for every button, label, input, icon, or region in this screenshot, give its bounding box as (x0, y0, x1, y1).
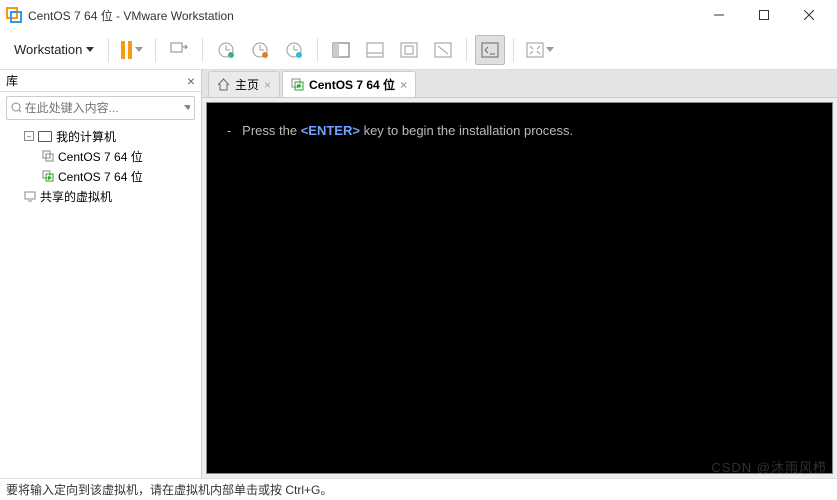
view-console-button[interactable] (394, 35, 424, 65)
chevron-down-icon (546, 47, 554, 53)
workstation-menu[interactable]: Workstation (8, 35, 100, 65)
tree-vm-item[interactable]: CentOS 7 64 位 (4, 166, 197, 186)
view-multi-button[interactable] (428, 35, 458, 65)
tree-label: 共享的虚拟机 (40, 188, 112, 205)
vm-tree: − 我的计算机 CentOS 7 64 位 CentOS 7 64 位 共享的虚… (0, 124, 201, 208)
unity-button[interactable] (475, 35, 505, 65)
fullscreen-button[interactable] (522, 35, 558, 65)
sidebar-close-button[interactable]: × (187, 73, 195, 89)
chevron-down-icon (86, 47, 94, 53)
toolbar: Workstation (0, 30, 837, 70)
tab-close-button[interactable]: × (400, 78, 407, 92)
tree-vm-item[interactable]: CentOS 7 64 位 (4, 146, 197, 166)
tab-home[interactable]: 主页 × (208, 71, 280, 97)
view-single-button[interactable] (326, 35, 356, 65)
sidebar-title: 库 (6, 72, 18, 89)
snapshot-button[interactable] (211, 35, 241, 65)
titlebar: CentOS 7 64 位 - VMware Workstation (0, 0, 837, 30)
vm-running-icon (291, 78, 304, 91)
search-icon (11, 102, 21, 114)
tab-bar: 主页 × CentOS 7 64 位 × (202, 70, 837, 98)
console-text: - Press the (227, 123, 301, 138)
main-area: 主页 × CentOS 7 64 位 × - Press the <ENTER>… (202, 70, 837, 478)
shared-icon (24, 190, 36, 202)
status-text: 要将输入定向到该虚拟机，请在虚拟机内部单击或按 Ctrl+G。 (6, 481, 332, 498)
tree-label: CentOS 7 64 位 (58, 168, 143, 185)
computer-icon (38, 131, 52, 142)
vm-running-icon (42, 170, 54, 182)
maximize-button[interactable] (741, 0, 786, 30)
chevron-down-icon (184, 105, 190, 111)
console-enter-key: <ENTER> (301, 123, 360, 138)
vm-icon (42, 150, 54, 162)
send-button[interactable] (164, 35, 194, 65)
view-thumb-button[interactable] (360, 35, 390, 65)
sidebar-header: 库 × (0, 70, 201, 92)
search-field[interactable] (25, 101, 180, 115)
pause-button[interactable] (117, 35, 147, 65)
tab-vm[interactable]: CentOS 7 64 位 × (282, 71, 416, 97)
home-icon (217, 78, 230, 91)
tab-label: CentOS 7 64 位 (309, 76, 395, 93)
console-text: key to begin the installation process. (360, 123, 573, 138)
chevron-down-icon (135, 47, 143, 53)
window-title: CentOS 7 64 位 - VMware Workstation (28, 7, 234, 24)
manage-snapshots-button[interactable] (279, 35, 309, 65)
vm-console[interactable]: - Press the <ENTER> key to begin the ins… (206, 102, 833, 474)
tab-close-button[interactable]: × (264, 78, 271, 92)
collapse-icon[interactable]: − (24, 131, 34, 141)
tree-root-my-computer[interactable]: − 我的计算机 (4, 126, 197, 146)
minimize-button[interactable] (696, 0, 741, 30)
app-icon (6, 7, 22, 23)
tab-label: 主页 (235, 76, 259, 93)
close-button[interactable] (786, 0, 831, 30)
search-input[interactable] (6, 96, 195, 120)
revert-button[interactable] (245, 35, 275, 65)
tree-label: CentOS 7 64 位 (58, 148, 143, 165)
tree-label: 我的计算机 (56, 128, 116, 145)
sidebar: 库 × − 我的计算机 CentOS 7 64 位 CentOS 7 64 位 (0, 70, 202, 478)
status-bar: 要将输入定向到该虚拟机，请在虚拟机内部单击或按 Ctrl+G。 (0, 478, 837, 500)
workstation-menu-label: Workstation (14, 42, 82, 57)
tree-shared-vms[interactable]: 共享的虚拟机 (4, 186, 197, 206)
